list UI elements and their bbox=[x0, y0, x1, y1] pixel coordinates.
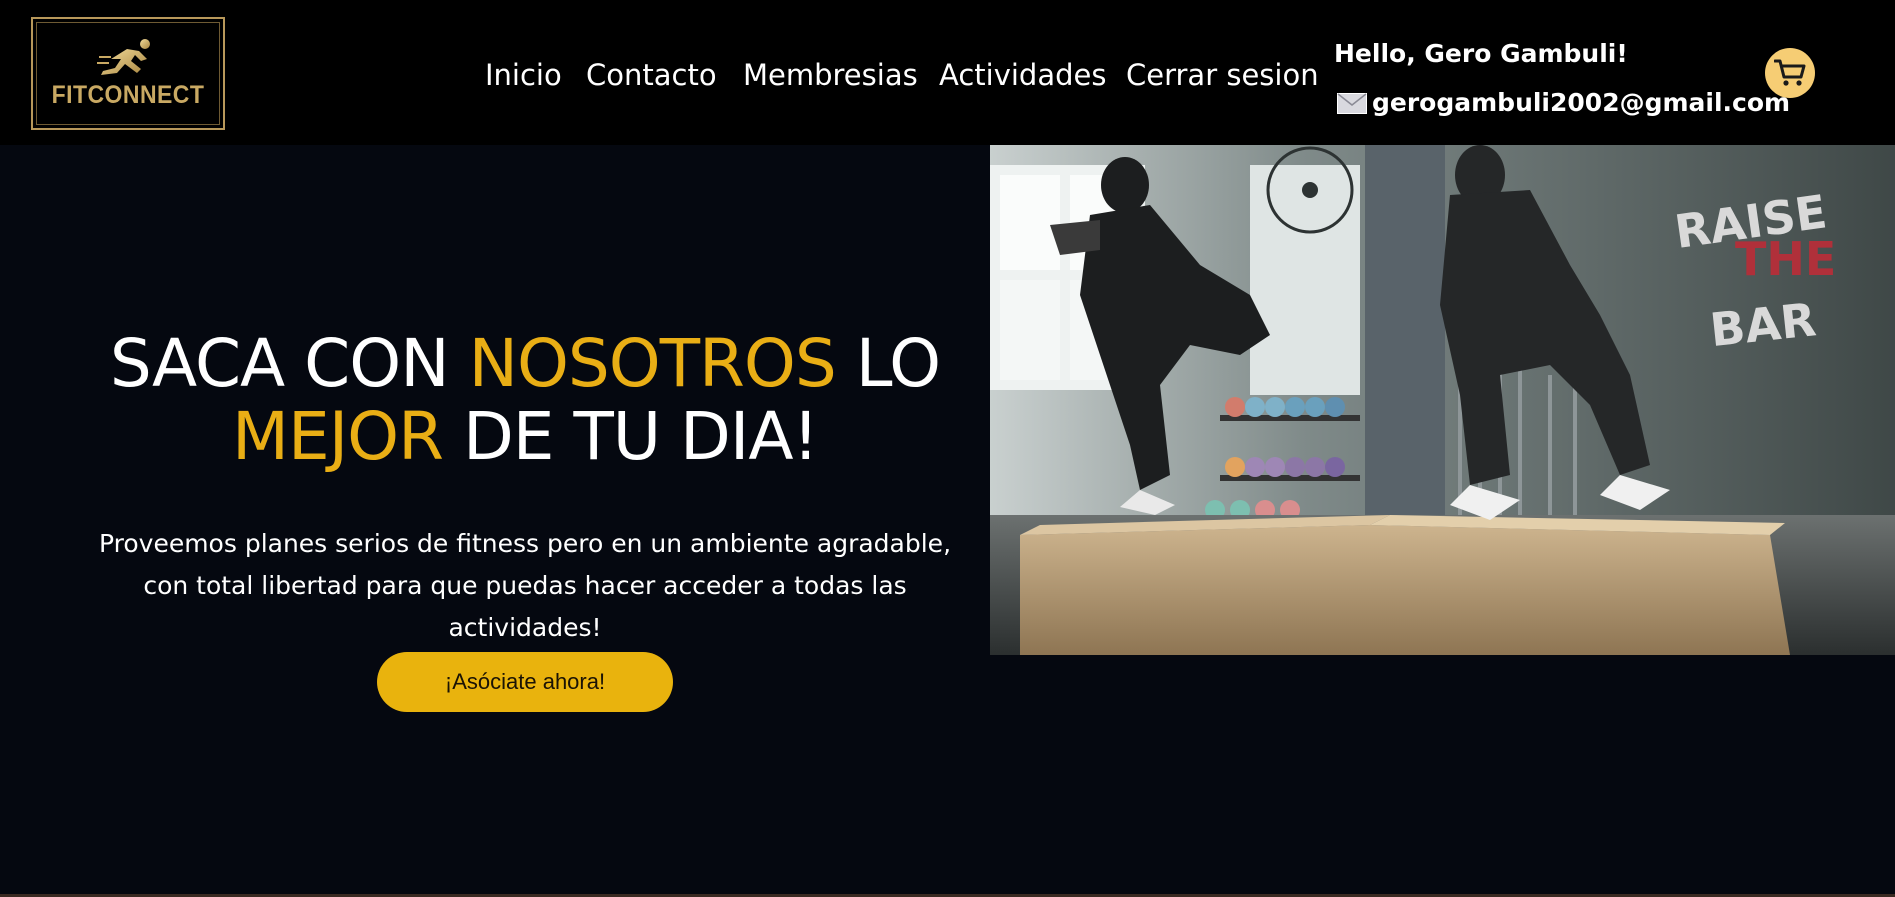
user-greeting: Hello, Gero Gambuli! bbox=[1334, 39, 1628, 68]
hero-photo: RAISE THE BAR bbox=[990, 145, 1895, 655]
hero-title-part3: DE TU DIA! bbox=[442, 398, 819, 475]
page: FITCONNECT Inicio Contacto Membresias Ac… bbox=[0, 0, 1895, 897]
hero-title-accent-1: NOSOTROS bbox=[468, 325, 837, 402]
join-now-button[interactable]: ¡Asóciate ahora! bbox=[377, 652, 673, 712]
runner-logo-icon bbox=[97, 39, 150, 75]
hero-title-part2: LO bbox=[835, 325, 941, 402]
nav-contacto[interactable]: Contacto bbox=[586, 55, 717, 95]
wall-text-the: THE bbox=[1735, 232, 1836, 286]
nav-membresias[interactable]: Membresias bbox=[743, 55, 918, 95]
header: FITCONNECT Inicio Contacto Membresias Ac… bbox=[0, 0, 1895, 145]
cart-button[interactable] bbox=[1765, 48, 1815, 98]
hero-title: SACA CON NOSOTROS LO MEJOR DE TU DIA! bbox=[60, 327, 990, 473]
logo-text: FITCONNECT bbox=[51, 81, 205, 109]
hero-title-accent-2: MEJOR bbox=[232, 398, 444, 475]
nav-actividades[interactable]: Actividades bbox=[939, 55, 1106, 95]
shopping-cart-icon bbox=[1774, 59, 1806, 86]
user-email: gerogambuli2002@gmail.com bbox=[1372, 88, 1791, 117]
nav-cerrar-sesion[interactable]: Cerrar sesion bbox=[1126, 55, 1319, 95]
nav-inicio[interactable]: Inicio bbox=[485, 55, 562, 95]
fitconnect-logo[interactable]: FITCONNECT bbox=[31, 17, 225, 130]
hero-description: Proveemos planes serios de fitness pero … bbox=[98, 529, 952, 642]
wall-text-bar: BAR bbox=[1707, 292, 1818, 357]
envelope-icon bbox=[1337, 93, 1367, 114]
hero-title-part1: SACA CON bbox=[109, 325, 469, 402]
